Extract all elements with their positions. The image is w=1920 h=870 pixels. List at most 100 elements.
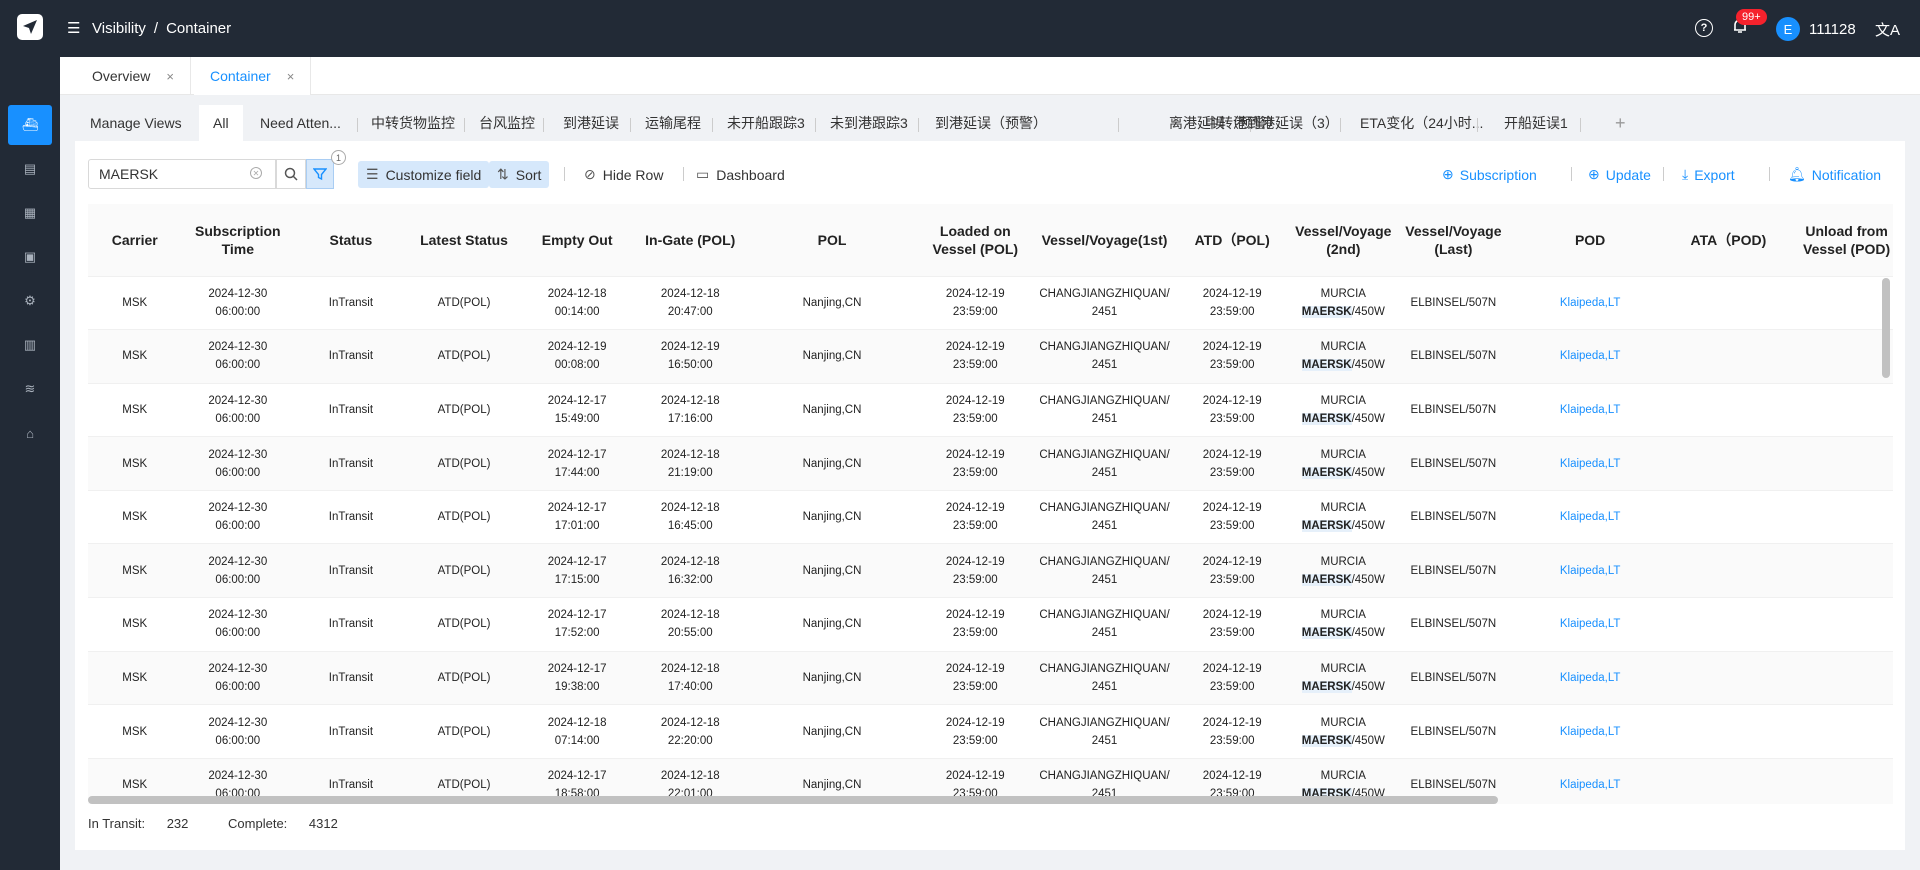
table-row[interactable]: MSK 2024-12-30 06:00:00 InTransit ATD(POL) 20… [88, 436, 1893, 491]
view-tab-need-attention[interactable]: Need Atten... [260, 105, 341, 141]
search-icon[interactable] [276, 159, 306, 189]
table-cell: 2024-12-30 06:00:00 [181, 704, 295, 759]
view-tab[interactable]: ETA变化（24小时... [1360, 105, 1483, 141]
view-tab[interactable]: 台风监控 [479, 105, 535, 141]
export-button[interactable]: ⤓ Export [1682, 161, 1735, 188]
table-cell[interactable]: Klaipeda,LT [1508, 651, 1672, 706]
table-row[interactable]: MSK 2024-12-30 06:00:00 InTransit ATD(POL) 20… [88, 490, 1893, 545]
sidebar-item-5[interactable]: ⚙ [8, 281, 52, 321]
table-row[interactable]: MSK 2024-12-30 06:00:00 InTransit ATD(POL) 20… [88, 597, 1893, 652]
export-label: Export [1694, 166, 1735, 183]
breadcrumb-root[interactable]: Visibility [92, 20, 146, 37]
horizontal-scrollbar[interactable] [88, 796, 1498, 804]
view-tab[interactable]: 中转港到港延误（3） [1205, 105, 1339, 141]
col-vessel-last[interactable]: Vessel/Voyage (Last) [1398, 204, 1509, 277]
table-cell[interactable]: Klaipeda,LT [1508, 490, 1672, 545]
table-cell: ELBINSEL/507N [1398, 651, 1509, 706]
table-cell [1785, 543, 1893, 599]
table-cell[interactable]: Klaipeda,LT [1508, 597, 1672, 652]
search-input[interactable]: MAERSK [88, 159, 276, 189]
table-cell[interactable]: Klaipeda,LT [1508, 704, 1672, 759]
breadcrumb: Visibility / Container [92, 20, 231, 37]
page-tab-label: Container [210, 68, 271, 84]
close-icon[interactable]: × [287, 69, 295, 84]
table-row[interactable]: MSK 2024-12-30 06:00:00 InTransit ATD(POL) 20… [88, 329, 1893, 384]
in-transit-label: In Transit: [88, 816, 146, 831]
col-atd[interactable]: ATD（POL) [1175, 204, 1289, 277]
table-cell[interactable]: Klaipeda,LT [1508, 329, 1672, 384]
warehouse-icon: ⌂ [26, 425, 34, 441]
notification-button[interactable]: 🔔︎ Notification [1788, 161, 1881, 188]
hide-row-button[interactable]: ⊘ Hide Row [576, 161, 671, 188]
sort-button[interactable]: ⇅ Sort [489, 161, 550, 188]
table-cell[interactable]: Klaipeda,LT [1508, 276, 1672, 331]
col-subscription-time[interactable]: Subscription Time [181, 204, 295, 277]
col-vessel-2nd[interactable]: Vessel/Voyage (2nd) [1288, 204, 1399, 277]
customize-field-button[interactable]: ☰ Customize field [358, 161, 490, 188]
col-carrier[interactable]: Carrier [88, 204, 182, 277]
table-row[interactable]: MSK 2024-12-30 06:00:00 InTransit ATD(POL) 20… [88, 651, 1893, 706]
avatar[interactable]: E [1776, 17, 1800, 41]
list-icon: ☰ [366, 166, 379, 182]
close-icon[interactable]: × [166, 69, 174, 84]
table-cell: CHANGJIANGZHIQUAN/2451 [1033, 651, 1176, 706]
table-cell[interactable]: Klaipeda,LT [1508, 436, 1672, 491]
filter-icon[interactable] [306, 159, 334, 189]
col-latest-status[interactable]: Latest Status [407, 204, 521, 277]
table-cell: ATD(POL) [407, 597, 521, 652]
view-tab[interactable]: 到港延误 [563, 105, 619, 141]
col-pol[interactable]: POL [746, 204, 918, 277]
sidebar-item-2[interactable]: ▤ [8, 149, 52, 189]
table-row[interactable]: MSK 2024-12-30 06:00:00 InTransit ATD(POL) 20… [88, 276, 1893, 331]
table-cell[interactable]: Klaipeda,LT [1508, 383, 1672, 438]
table-cell [1785, 704, 1893, 759]
table-row[interactable]: MSK 2024-12-30 06:00:00 InTransit ATD(POL) 20… [88, 704, 1893, 759]
view-tab[interactable]: 到港延误（预警） [935, 105, 1047, 141]
page-tab-overview[interactable]: Overview × [76, 57, 191, 95]
table-cell[interactable]: Klaipeda,LT [1508, 543, 1672, 599]
manage-views-link[interactable]: Manage Views [90, 105, 182, 141]
sidebar-item-6[interactable]: ▥ [8, 325, 52, 365]
table-cell: 2024-12-18 16:45:00 [633, 490, 747, 545]
view-tab[interactable]: 中转货物监控 [371, 105, 455, 141]
col-in-gate[interactable]: In-Gate (POL) [633, 204, 747, 277]
vertical-scrollbar[interactable] [1882, 278, 1890, 378]
eye-off-icon: ⊘ [584, 166, 596, 182]
app-logo[interactable] [17, 14, 43, 40]
menu-toggle-icon[interactable]: ☰ [67, 19, 80, 37]
sidebar-item-7[interactable]: ≋ [8, 369, 52, 409]
view-tab[interactable]: 开船延误1 [1504, 105, 1568, 141]
sidebar-item-4[interactable]: ▣ [8, 237, 52, 277]
help-icon[interactable]: ? [1695, 19, 1713, 37]
translate-icon[interactable]: 文A [1875, 19, 1900, 40]
table-cell: CHANGJIANGZHIQUAN/2451 [1033, 597, 1176, 652]
dashboard-button[interactable]: ▭ Dashboard [688, 161, 793, 188]
table-cell[interactable]: Klaipeda,LT [1508, 758, 1672, 804]
view-tab[interactable]: 未到港跟踪3 [830, 105, 908, 141]
table-row[interactable]: MSK 2024-12-30 06:00:00 InTransit ATD(POL) 20… [88, 543, 1893, 599]
col-ata[interactable]: ATA（POD) [1671, 204, 1786, 277]
add-view-button[interactable]: + [1615, 113, 1626, 134]
table-cell [1671, 276, 1786, 331]
view-tab[interactable]: 未开船跟踪3 [727, 105, 805, 141]
view-tab[interactable]: 运输尾程 [645, 105, 701, 141]
subscription-button[interactable]: ⊕ Subscription [1442, 161, 1537, 188]
clear-icon[interactable]: ✕ [250, 167, 262, 179]
table-cell: ATD(POL) [407, 651, 521, 706]
col-vessel-1st[interactable]: Vessel/Voyage(1st) [1033, 204, 1176, 277]
user-name[interactable]: 111128 [1809, 21, 1856, 38]
update-button[interactable]: ⊕ Update [1588, 161, 1651, 188]
sidebar-item-8[interactable]: ⌂ [8, 413, 52, 453]
col-unload[interactable]: Unload from Vessel (POD) [1785, 204, 1893, 277]
col-status[interactable]: Status [294, 204, 408, 277]
col-loaded-on-vessel[interactable]: Loaded on Vessel (POL) [917, 204, 1034, 277]
sidebar-item-3[interactable]: ▦ [8, 193, 52, 233]
sidebar-item-visibility[interactable]: ⛴ [8, 105, 52, 145]
col-empty-out[interactable]: Empty Out [520, 204, 634, 277]
table-cell: MSK [88, 329, 182, 384]
col-pod[interactable]: POD [1508, 204, 1672, 277]
table-row[interactable]: MSK 2024-12-30 06:00:00 InTransit ATD(POL) 20… [88, 383, 1893, 438]
page-tab-container[interactable]: Container × [194, 57, 312, 95]
table-cell: InTransit [294, 490, 408, 545]
view-tab-all[interactable]: All [199, 105, 243, 141]
